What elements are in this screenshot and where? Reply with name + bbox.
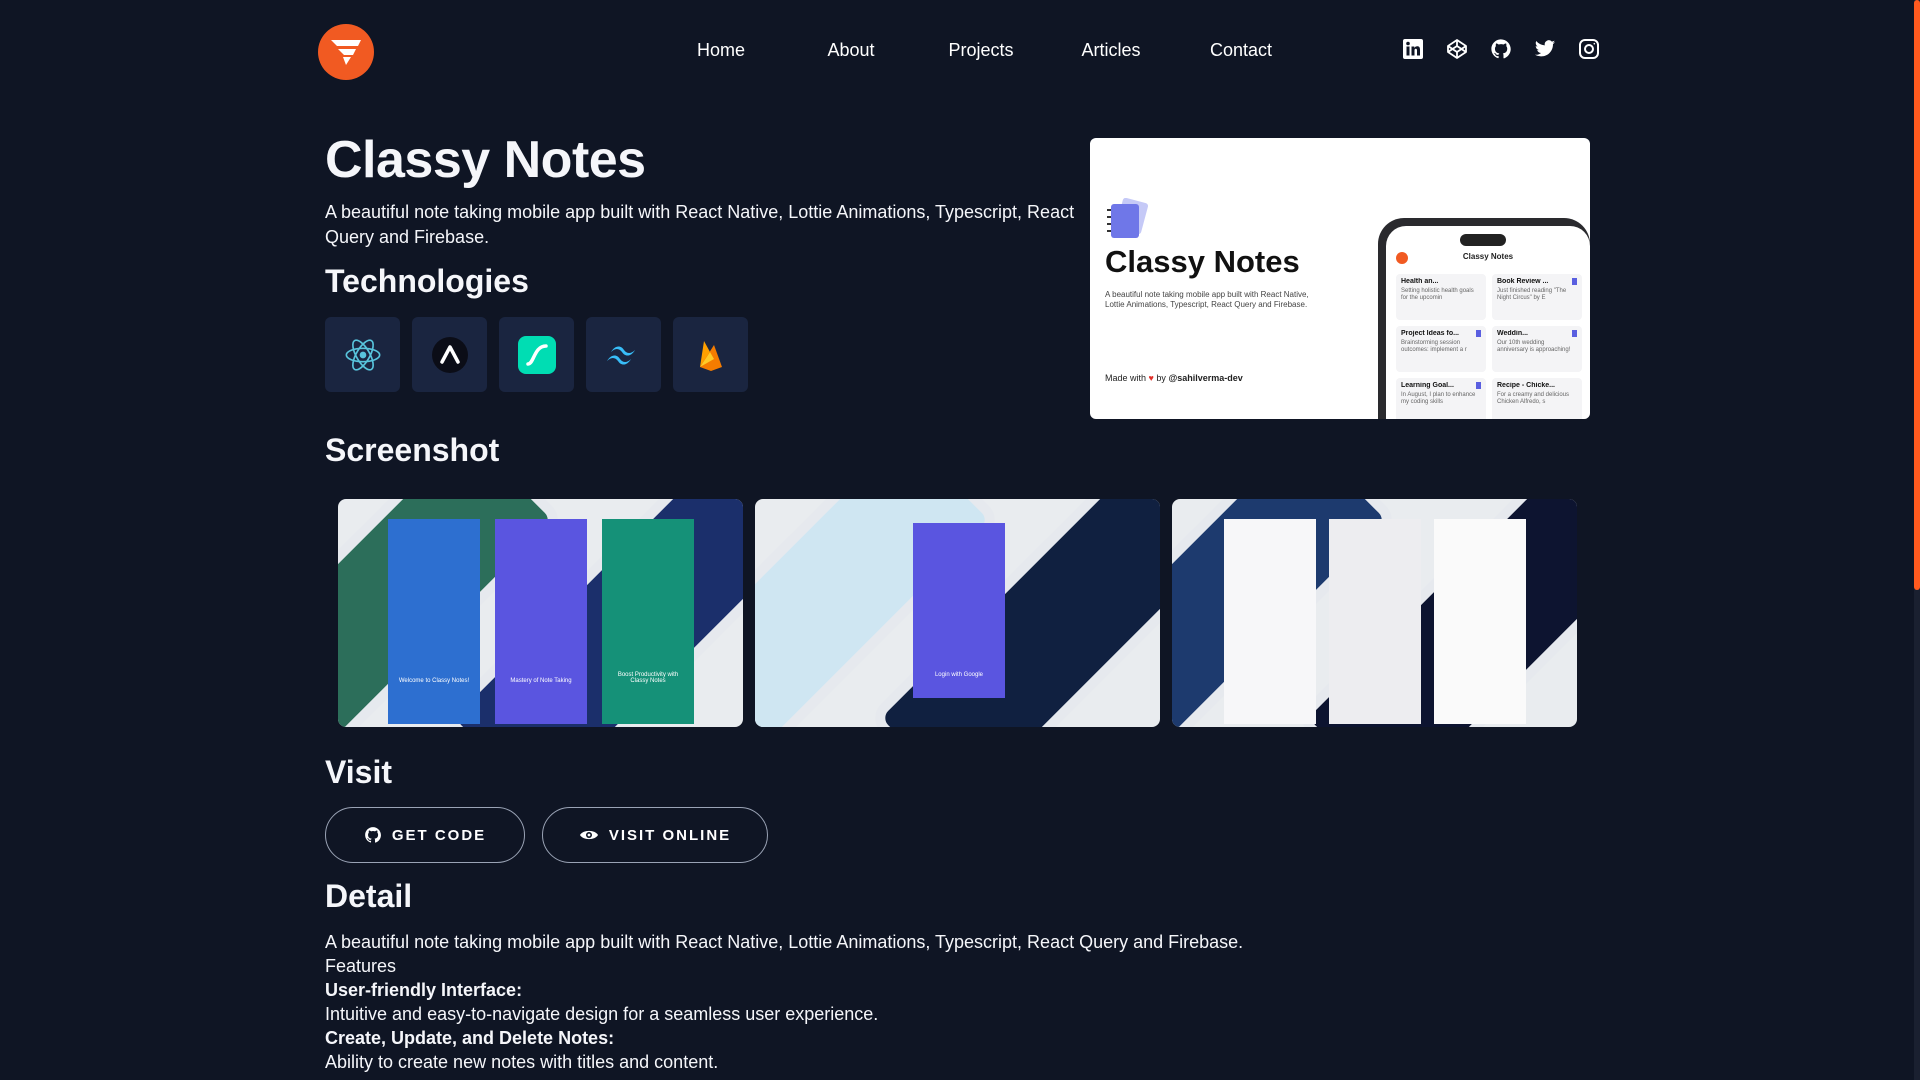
notes-grid: Health an... Setting holistic health goal… [1396, 274, 1582, 419]
cover-author: @sahilverma-dev [1168, 373, 1243, 383]
note-title: Recipe - Chicke... [1497, 382, 1555, 389]
note-title: Book Review ... [1497, 278, 1549, 285]
feature-description: Intuitive and easy-to-navigate design fo… [325, 1004, 879, 1024]
note-title: Learning Goal... [1401, 382, 1454, 389]
screen-caption: Mastery of Note Taking [510, 678, 572, 684]
by-label: by [1156, 373, 1166, 383]
twitter-icon[interactable] [1534, 38, 1556, 60]
nav-contact[interactable]: Contact [1176, 40, 1306, 61]
screenshot-1[interactable]: Welcome to Classy Notes! Mastery of Note… [338, 499, 743, 727]
cover-description: A beautiful note taking mobile app built… [1105, 290, 1309, 309]
technologies-heading: Technologies [325, 263, 529, 299]
bookmark-icon [1572, 330, 1577, 337]
note-desc: Brainstorming session outcomes: implemen… [1401, 340, 1467, 353]
notes-list-screen [1224, 519, 1316, 724]
screenshot-gallery: Welcome to Classy Notes! Mastery of Note… [338, 499, 1577, 727]
github-icon [364, 827, 381, 843]
note-detail-screen [1434, 519, 1526, 724]
onboarding-screen: Boost Productivity with Classy Notes [602, 519, 694, 724]
detail-intro: A beautiful note taking mobile app built… [325, 932, 1244, 952]
cover-title: Classy Notes [1105, 244, 1300, 279]
bookmark-icon [1476, 382, 1481, 389]
feature-title: Create, Update, and Delete Notes: [325, 1028, 615, 1048]
firebase-icon [673, 317, 748, 392]
bookmark-icon [1476, 330, 1481, 337]
linkedin-icon[interactable] [1402, 38, 1424, 60]
logo-icon [331, 40, 361, 65]
note-title: Project Ideas fo... [1401, 330, 1459, 337]
lottie-icon [499, 317, 574, 392]
page-title: Classy Notes [325, 131, 646, 189]
detail-content: A beautiful note taking mobile app built… [325, 930, 1525, 1074]
screenshot-2[interactable]: Login with Google [755, 499, 1160, 727]
get-code-label: GET CODE [391, 826, 487, 844]
made-with-label: Made with [1105, 373, 1147, 383]
note-card: Weddin... Our 10th wedding anniversary is… [1492, 326, 1582, 372]
expo-icon [412, 317, 487, 392]
onboarding-screen: Welcome to Classy Notes! [388, 519, 480, 724]
screenshot-heading: Screenshot [325, 432, 500, 468]
nav-articles[interactable]: Articles [1046, 40, 1176, 61]
note-card: Learning Goal... In August, I plan to enh… [1396, 378, 1486, 419]
note-desc: Our 10th wedding anniversary is approach… [1497, 340, 1571, 353]
onboarding-screen: Mastery of Note Taking [495, 519, 587, 724]
screenshot-3[interactable] [1172, 499, 1577, 727]
feature-description: Ability to create new notes with titles … [325, 1052, 719, 1072]
site-header: Home About Projects Articles Contact [318, 24, 1600, 80]
get-code-button[interactable]: GET CODE [325, 807, 525, 863]
screen-caption: Login with Google [934, 672, 984, 678]
main-nav: Home About Projects Articles Contact [656, 40, 1306, 61]
note-desc: Just finished reading "The Night Circus"… [1497, 288, 1567, 301]
cover-credit: Made with ♥ by @sahilverma-dev [1105, 373, 1243, 383]
note-card: Health an... Setting holistic health goal… [1396, 274, 1486, 320]
tailwind-icon [586, 317, 661, 392]
project-cover-image: Classy Notes A beautiful note taking mob… [1090, 138, 1590, 419]
feature-title: User-friendly Interface: [325, 980, 523, 1000]
note-desc: In August, I plan to enhance my coding s… [1401, 392, 1476, 405]
note-card: Recipe - Chicke... For a creamy and delic… [1492, 378, 1582, 419]
nav-home[interactable]: Home [656, 40, 786, 61]
editor-screen [1329, 519, 1421, 724]
phone-header-title: Classy Notes [1462, 252, 1514, 261]
note-desc: For a creamy and delicious Chicken Alfre… [1497, 392, 1570, 405]
note-desc: Setting holistic health goals for the up… [1401, 288, 1474, 301]
note-card: Book Review ... Just finished reading "Th… [1492, 274, 1582, 320]
scrollbar-thumb[interactable] [1914, 0, 1920, 590]
social-links [1402, 38, 1600, 60]
instagram-icon[interactable] [1578, 38, 1600, 60]
detail-heading: Detail [325, 878, 413, 914]
codepen-icon[interactable] [1446, 38, 1468, 60]
login-screen: Login with Google [913, 523, 1005, 698]
features-label: Features [325, 956, 397, 976]
phone-notch [1460, 234, 1506, 246]
react-icon [325, 317, 400, 392]
eye-icon [579, 830, 598, 840]
note-title: Weddin... [1497, 330, 1528, 337]
visit-heading: Visit [325, 754, 392, 790]
phone-mockup: Classy Notes Health an... Setting holisti… [1378, 218, 1590, 419]
nav-about[interactable]: About [786, 40, 916, 61]
bookmark-icon [1572, 278, 1577, 285]
visit-online-label: VISIT ONLINE [608, 826, 732, 844]
logo[interactable] [318, 24, 374, 80]
github-icon[interactable] [1490, 38, 1512, 60]
nav-projects[interactable]: Projects [916, 40, 1046, 61]
technology-list [325, 317, 748, 392]
notebook-icon [1107, 198, 1149, 238]
note-title: Health an... [1401, 278, 1439, 285]
screen-caption: Welcome to Classy Notes! [398, 678, 470, 684]
project-description: A beautiful note taking mobile app built… [325, 202, 1075, 247]
phone-screen: Classy Notes Health an... Setting holisti… [1386, 226, 1590, 419]
heart-icon: ♥ [1148, 373, 1154, 383]
visit-online-button[interactable]: VISIT ONLINE [542, 807, 768, 863]
screen-caption: Boost Productivity with Classy Notes [617, 672, 679, 684]
note-card: Project Ideas fo... Brainstorming session… [1396, 326, 1486, 372]
